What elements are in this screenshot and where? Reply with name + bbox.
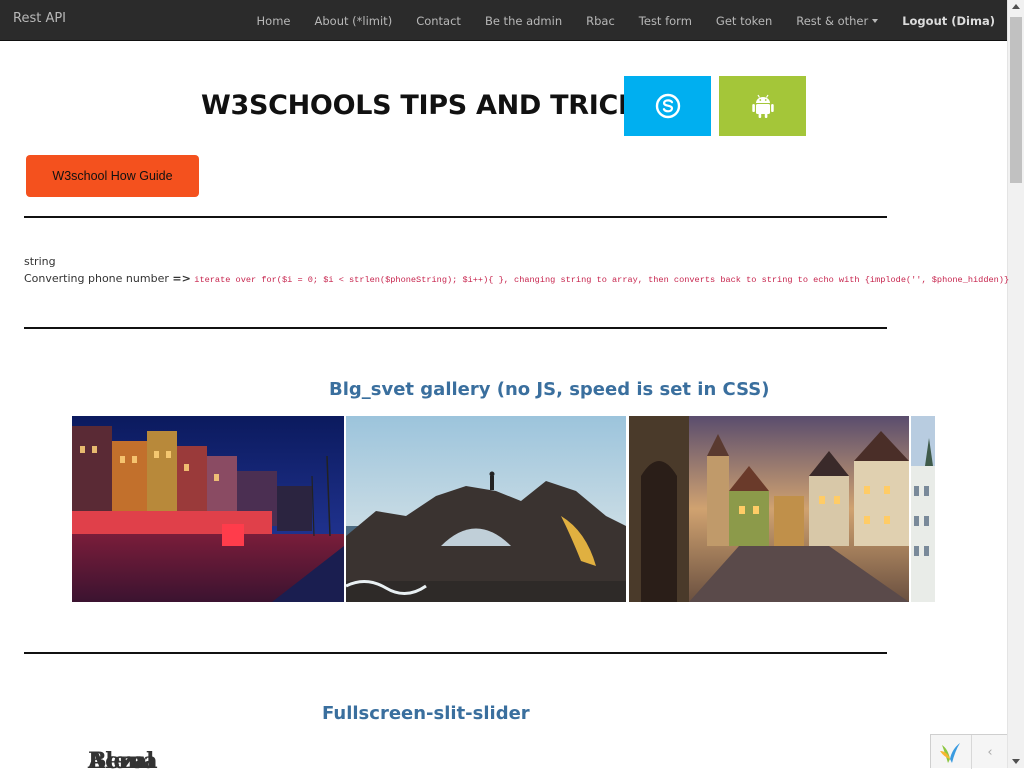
- nav-about[interactable]: About (*limit): [303, 14, 405, 28]
- debug-toolbar[interactable]: ‹: [930, 734, 1008, 769]
- nav-get-token[interactable]: Get token: [704, 14, 784, 28]
- navbar-menu: Home About (*limit) Contact Be the admin…: [245, 0, 1007, 41]
- tip-label: Converting phone number: [24, 272, 169, 285]
- tip-line: Converting phone number => iterate over …: [24, 272, 1009, 285]
- gallery-image[interactable]: [346, 416, 626, 602]
- scroll-down-arrow-icon[interactable]: [1012, 759, 1020, 764]
- divider: [24, 652, 887, 654]
- nav-contact[interactable]: Contact: [404, 14, 473, 28]
- divider: [24, 216, 887, 218]
- gallery-image[interactable]: [72, 416, 344, 602]
- slider-heading: Fullscreen-slit-slider: [322, 703, 530, 724]
- nav-be-the-admin[interactable]: Be the admin: [473, 14, 574, 28]
- tip-arrow: =>: [172, 272, 191, 285]
- skype-tile[interactable]: [624, 76, 711, 136]
- yii-logo-icon[interactable]: [937, 739, 965, 767]
- caret-down-icon: [872, 19, 879, 23]
- nav-home[interactable]: Home: [245, 14, 303, 28]
- image-gallery: [72, 416, 935, 602]
- chevron-left-icon[interactable]: ‹: [971, 735, 1008, 769]
- nav-rest-other-label: Rest & other: [796, 13, 869, 28]
- page-title: W3SCHOOLS TIPS AND TRICKS: [201, 90, 658, 121]
- slider-title: Beza: [88, 748, 148, 774]
- scroll-up-arrow-icon[interactable]: [1012, 4, 1020, 9]
- page-scrollbar[interactable]: [1007, 0, 1024, 768]
- tip-code: iterate over for($i = 0; $i < strlen($ph…: [194, 275, 1010, 285]
- top-navbar: Rest API Home About (*limit) Contact Be …: [0, 0, 1007, 41]
- w3school-guide-button[interactable]: W3school How Guide: [26, 155, 199, 197]
- tip-title: string: [24, 255, 56, 268]
- divider: [24, 327, 887, 329]
- gallery-heading: Blg_svet gallery (no JS, speed is set in…: [329, 379, 770, 400]
- nav-test-form[interactable]: Test form: [627, 14, 704, 28]
- navbar-brand[interactable]: Rest API: [13, 11, 66, 26]
- skype-icon: [655, 93, 680, 119]
- nav-rest-other-dropdown[interactable]: Rest & other: [784, 14, 890, 28]
- android-icon: [751, 94, 774, 118]
- gallery-image[interactable]: [911, 416, 935, 602]
- scrollbar-thumb[interactable]: [1010, 17, 1022, 183]
- nav-logout[interactable]: Logout (Dima): [890, 14, 1007, 28]
- nav-rbac[interactable]: Rbac: [574, 14, 627, 28]
- android-tile[interactable]: [719, 76, 806, 136]
- gallery-image[interactable]: [629, 416, 909, 602]
